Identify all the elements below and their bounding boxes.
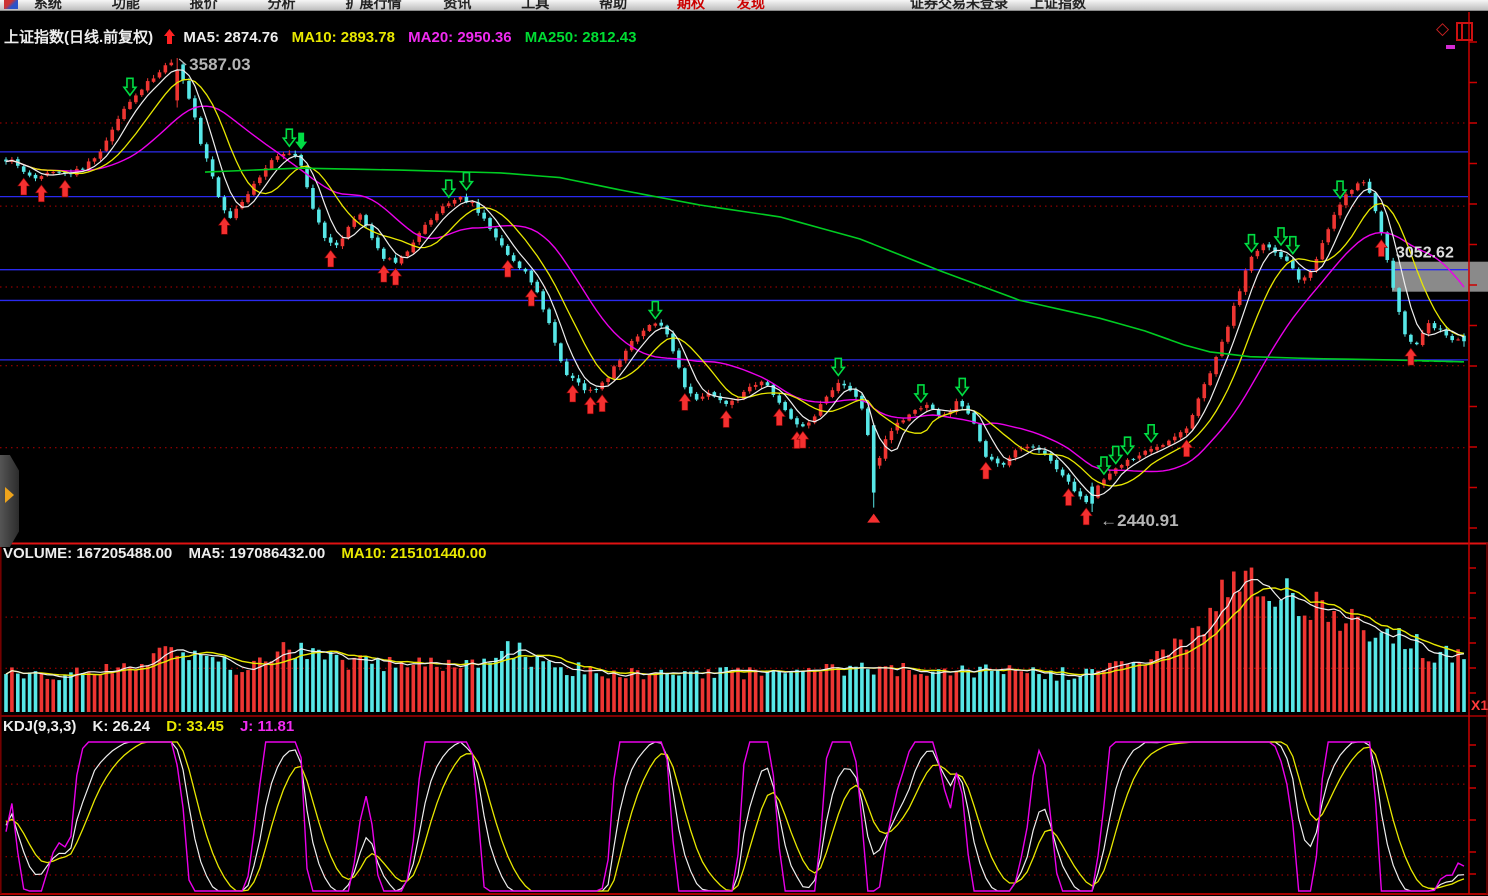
menu-item-analysis[interactable]: 分析: [268, 0, 296, 11]
login-status: 证券交易未登录: [910, 0, 1008, 11]
buy-signal-arrow: [679, 393, 691, 410]
price-pane-header: 上证指数(日线.前复权) MA5: 2874.76 MA10: 2893.78 …: [4, 26, 645, 47]
trough-price-label: ←2440.91: [1100, 511, 1178, 530]
sell-signal-arrow: [915, 385, 927, 402]
buy-signal-arrow: [18, 178, 30, 195]
kdj-d-value: D: 33.45: [166, 718, 224, 735]
sell-signal-arrow: [1122, 437, 1134, 454]
current-symbol[interactable]: 上证指数: [1030, 0, 1086, 11]
sell-signal-arrow: [443, 180, 455, 197]
buy-signal-arrow: [596, 395, 608, 412]
menu-item-quotes[interactable]: 报价: [190, 0, 218, 11]
volume-layer: [4, 568, 1466, 712]
selected-line-price-label: 3052.62: [1396, 245, 1454, 262]
sell-signal-arrow: [649, 302, 661, 319]
magenta-marker-icon: [1446, 45, 1455, 49]
peak-price-label: 3587.03: [189, 55, 250, 74]
menu-bar: 系统 功能 报价 分析 扩展行情 资讯 工具 帮助 期权 发现 证券交易未登录 …: [0, 0, 1488, 11]
app-logo-icon: [4, 0, 18, 9]
volume-ma10-value: MA10: 215101440.00: [341, 545, 486, 562]
buy-signal-arrow: [325, 250, 337, 267]
window-tool-icon[interactable]: [1456, 22, 1473, 41]
kdj-j-value: J: 11.81: [240, 718, 294, 735]
buy-signal-arrow: [378, 265, 390, 282]
kdj-pane-header: KDJ(9,3,3) K: 26.24 D: 33.45 J: 11.81: [3, 718, 306, 735]
trendlines-layer: [0, 152, 1488, 360]
menu-item-extended-quotes[interactable]: 扩展行情: [345, 0, 401, 11]
sidebar-expand-handle[interactable]: [0, 455, 19, 547]
menu-item-discover[interactable]: 发现: [737, 0, 765, 11]
menu-item-tools[interactable]: 工具: [521, 0, 549, 11]
volume-value: VOLUME: 167205488.00: [3, 545, 172, 562]
buy-signal-arrow: [390, 268, 402, 285]
sell-signal-arrow-solid: [295, 133, 307, 150]
candles-layer: [4, 58, 1466, 512]
buy-signal-arrow: [59, 180, 71, 197]
sell-signal-arrow: [832, 358, 844, 375]
signal-arrows-layer: [18, 78, 1417, 524]
ma20-value: MA20: 2950.36: [408, 29, 511, 46]
sell-signal-arrow: [956, 378, 968, 395]
buy-signal-arrow: [218, 217, 230, 234]
ma5-value: MA5: 2874.76: [183, 29, 278, 46]
ma250-value: MA250: 2812.43: [525, 29, 637, 46]
buy-signal-arrow: [1080, 508, 1092, 525]
volume-ma5-value: MA5: 197086432.00: [188, 545, 325, 562]
kdj-name: KDJ(9,3,3): [3, 718, 76, 735]
sell-signal-arrow: [1145, 425, 1157, 442]
menu-item-news[interactable]: 资讯: [443, 0, 471, 11]
buy-signal-triangle: [867, 514, 880, 523]
sell-signal-arrow: [1287, 237, 1299, 254]
buy-signal-arrow: [502, 260, 514, 277]
app-window: 3587.03 ←2440.91 3052.62 系统 功能 报价 分析 扩展行情 …: [0, 0, 1488, 896]
sell-signal-arrow: [1275, 228, 1287, 245]
menu-item-system[interactable]: 系统: [34, 0, 62, 11]
chart-labels-layer: 3587.03 ←2440.91 3052.62: [179, 55, 1454, 530]
sell-signal-arrow: [1245, 235, 1257, 252]
buy-signal-arrow: [720, 410, 732, 427]
buy-signal-arrow: [773, 409, 785, 426]
buy-signal-arrow: [567, 385, 579, 402]
symbol-title: 上证指数(日线.前复权): [4, 29, 153, 46]
menu-item-options[interactable]: 期权: [677, 0, 705, 11]
kdj-k-value: K: 26.24: [93, 718, 151, 735]
buy-signal-arrow: [1405, 348, 1417, 365]
volume-multiplier-badge: X1: [1471, 697, 1488, 713]
sell-signal-arrow: [460, 173, 472, 190]
sell-signal-arrow: [283, 129, 295, 146]
buy-signal-arrow: [980, 462, 992, 479]
buy-signal-arrow: [584, 397, 596, 414]
buy-signal-arrow: [35, 185, 47, 202]
expand-arrow-icon: [5, 487, 14, 503]
kdj-layer: [6, 742, 1464, 891]
ma10-value: MA10: 2893.78: [292, 29, 395, 46]
chart-canvas[interactable]: 3587.03 ←2440.91 3052.62: [0, 0, 1488, 896]
up-arrow-icon: [164, 29, 175, 44]
diamond-tool-icon[interactable]: ◇: [1436, 19, 1449, 39]
sell-signal-arrow: [1098, 457, 1110, 474]
sell-signal-arrow: [1110, 446, 1122, 463]
volume-pane-header: VOLUME: 167205488.00 MA5: 197086432.00 M…: [3, 545, 498, 562]
buy-signal-arrow: [1181, 440, 1193, 457]
menu-item-help[interactable]: 帮助: [599, 0, 627, 11]
sell-signal-arrow: [124, 78, 136, 95]
menu-item-function[interactable]: 功能: [112, 0, 140, 11]
